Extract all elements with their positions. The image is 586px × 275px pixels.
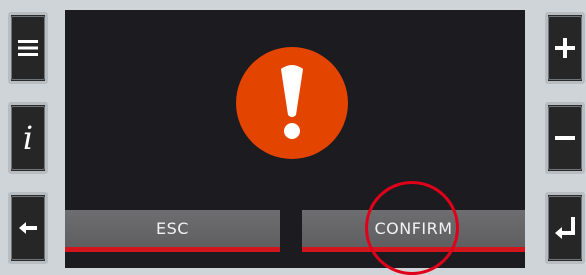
minus-button[interactable]: [545, 102, 585, 174]
back-button[interactable]: [8, 192, 48, 264]
plus-button-face: [548, 16, 582, 80]
info-icon: i: [22, 119, 34, 157]
back-button-face: [11, 196, 45, 260]
menu-button[interactable]: [8, 12, 48, 84]
confirm-button-label: CONFIRM: [374, 219, 453, 238]
arrow-left-icon: [19, 222, 37, 234]
esc-button[interactable]: ESC: [65, 210, 280, 252]
minus-button-face: [548, 106, 582, 170]
enter-button-face: [548, 196, 582, 260]
enter-button[interactable]: [545, 192, 585, 264]
menu-icon: [18, 40, 38, 56]
confirm-button[interactable]: CONFIRM: [302, 210, 525, 252]
plus-button[interactable]: [545, 12, 585, 84]
enter-icon: [555, 217, 575, 239]
info-button[interactable]: i: [8, 102, 48, 174]
esc-button-label: ESC: [156, 219, 189, 238]
warning-indicator: [236, 47, 348, 159]
warning-icon: [281, 65, 303, 139]
info-button-face: i: [11, 106, 45, 170]
menu-button-face: [11, 16, 45, 80]
minus-icon: [555, 136, 575, 140]
plus-icon: [555, 38, 575, 58]
